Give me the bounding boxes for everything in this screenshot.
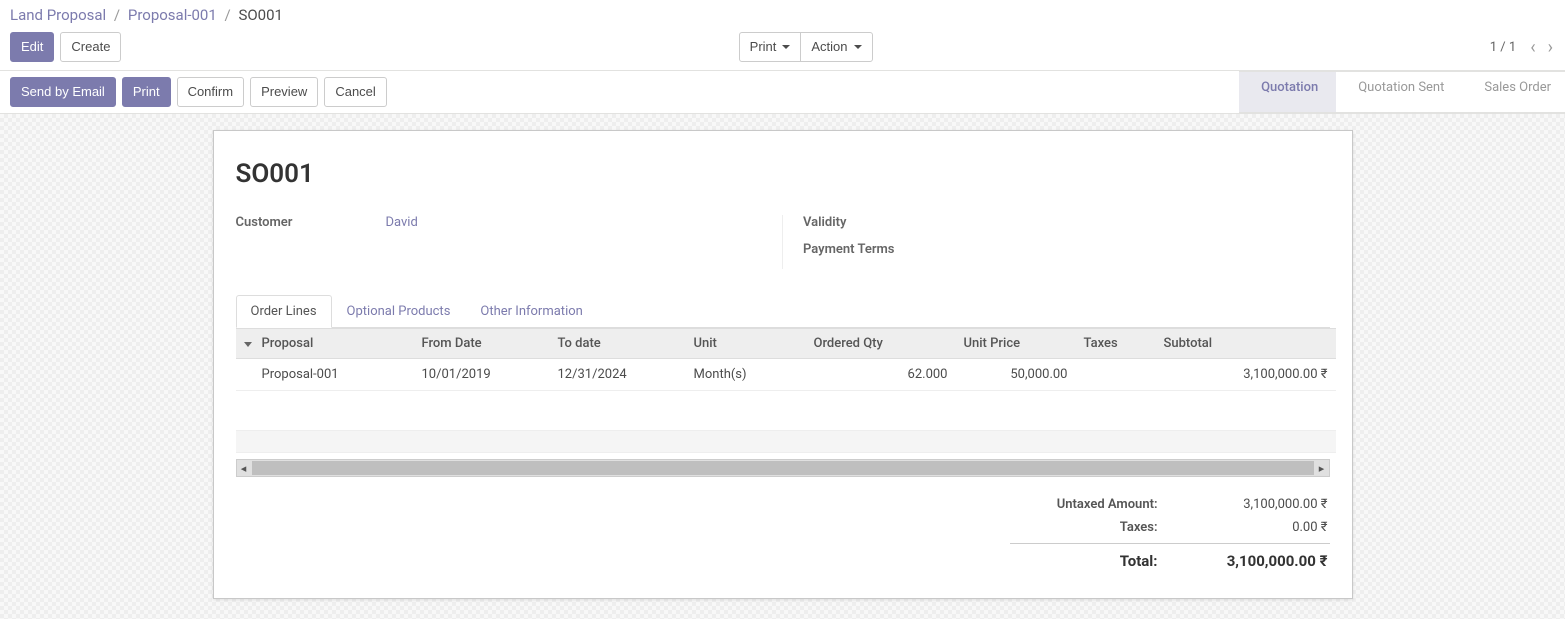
total-value: 3,100,000.00 ₹: [1188, 552, 1328, 570]
totals: Untaxed Amount: 3,100,000.00 ₹ Taxes: 0.…: [1010, 493, 1330, 574]
status-step-quotation[interactable]: Quotation: [1239, 71, 1336, 113]
cell-to-date: 12/31/2024: [550, 359, 686, 391]
cell-unit: Month(s): [686, 359, 806, 391]
th-unit-price[interactable]: Unit Price: [956, 329, 1076, 359]
control-panel: Edit Create Print Action 1 / 1 ‹ ›: [0, 28, 1565, 71]
cancel-button[interactable]: Cancel: [324, 77, 386, 107]
customer-value[interactable]: David: [386, 215, 418, 230]
status-step-sales-order[interactable]: Sales Order: [1462, 71, 1565, 113]
payment-terms-label: Payment Terms: [803, 242, 953, 257]
edit-button[interactable]: Edit: [10, 32, 54, 62]
cell-from-date: 10/01/2019: [414, 359, 550, 391]
th-proposal[interactable]: Proposal: [254, 329, 414, 359]
breadcrumb-current: SO001: [238, 6, 283, 24]
breadcrumb-sep: /: [225, 6, 231, 24]
th-unit[interactable]: Unit: [686, 329, 806, 359]
th-ordered-qty[interactable]: Ordered Qty: [806, 329, 956, 359]
action-dropdown-label: Action: [811, 38, 847, 56]
th-to-date[interactable]: To date: [550, 329, 686, 359]
cell-taxes: [1076, 359, 1156, 391]
print-dropdown-label: Print: [750, 38, 777, 56]
cell-subtotal: 3,100,000.00 ₹: [1156, 359, 1336, 391]
th-from-date[interactable]: From Date: [414, 329, 550, 359]
form-background: SO001 Customer David Validity Payment Te…: [0, 114, 1565, 619]
fields-row: Customer David Validity Payment Terms: [236, 215, 1330, 269]
customer-label: Customer: [236, 215, 386, 230]
validity-label: Validity: [803, 215, 953, 230]
tabs: Order Lines Optional Products Other Info…: [236, 295, 1330, 328]
cell-proposal: Proposal-001: [254, 359, 414, 391]
create-button[interactable]: Create: [60, 32, 121, 62]
record-title: SO001: [236, 159, 1330, 189]
scroll-right-icon[interactable]: ▸: [1315, 462, 1329, 475]
breadcrumb-sep: /: [114, 6, 120, 24]
breadcrumb-root[interactable]: Land Proposal: [10, 6, 106, 24]
caret-down-icon: [782, 45, 790, 49]
action-dropdown[interactable]: Action: [800, 32, 872, 62]
taxes-value: 0.00 ₹: [1188, 520, 1328, 535]
breadcrumb: Land Proposal / Proposal-001 / SO001: [0, 0, 1565, 28]
status-bar: Send by Email Print Confirm Preview Canc…: [0, 71, 1565, 114]
total-label: Total:: [1012, 552, 1188, 570]
status-steps: Quotation Quotation Sent Sales Order: [1239, 71, 1565, 113]
tab-optional-products[interactable]: Optional Products: [332, 295, 466, 328]
caret-down-icon: [854, 45, 862, 49]
table-expand-header[interactable]: [236, 329, 254, 359]
order-lines-table: Proposal From Date To date Unit Ordered …: [236, 328, 1336, 453]
cell-unit-price: 50,000.00: [956, 359, 1076, 391]
cell-ordered-qty: 62.000: [806, 359, 956, 391]
pager-text: 1 / 1: [1490, 40, 1516, 55]
print-button[interactable]: Print: [122, 77, 171, 107]
preview-button[interactable]: Preview: [250, 77, 318, 107]
tab-order-lines[interactable]: Order Lines: [236, 295, 332, 328]
caret-down-icon: [244, 342, 252, 347]
tab-other-information[interactable]: Other Information: [465, 295, 597, 328]
untaxed-amount-value: 3,100,000.00 ₹: [1188, 497, 1328, 512]
pager-next-icon[interactable]: ›: [1546, 37, 1555, 58]
horizontal-scrollbar[interactable]: ◂ ▸: [236, 459, 1330, 477]
status-step-quotation-sent[interactable]: Quotation Sent: [1336, 71, 1462, 113]
th-subtotal[interactable]: Subtotal: [1156, 329, 1336, 359]
untaxed-amount-label: Untaxed Amount:: [1012, 497, 1188, 512]
form-sheet: SO001 Customer David Validity Payment Te…: [213, 130, 1353, 599]
scroll-track[interactable]: [252, 461, 1314, 475]
th-taxes[interactable]: Taxes: [1076, 329, 1156, 359]
print-dropdown[interactable]: Print: [739, 32, 802, 62]
table-row[interactable]: Proposal-001 10/01/2019 12/31/2024 Month…: [236, 359, 1336, 391]
send-by-email-button[interactable]: Send by Email: [10, 77, 116, 107]
taxes-label: Taxes:: [1012, 520, 1188, 535]
scroll-left-icon[interactable]: ◂: [237, 462, 251, 475]
confirm-button[interactable]: Confirm: [177, 77, 245, 107]
pager-prev-icon[interactable]: ‹: [1528, 37, 1537, 58]
breadcrumb-parent[interactable]: Proposal-001: [128, 6, 217, 24]
